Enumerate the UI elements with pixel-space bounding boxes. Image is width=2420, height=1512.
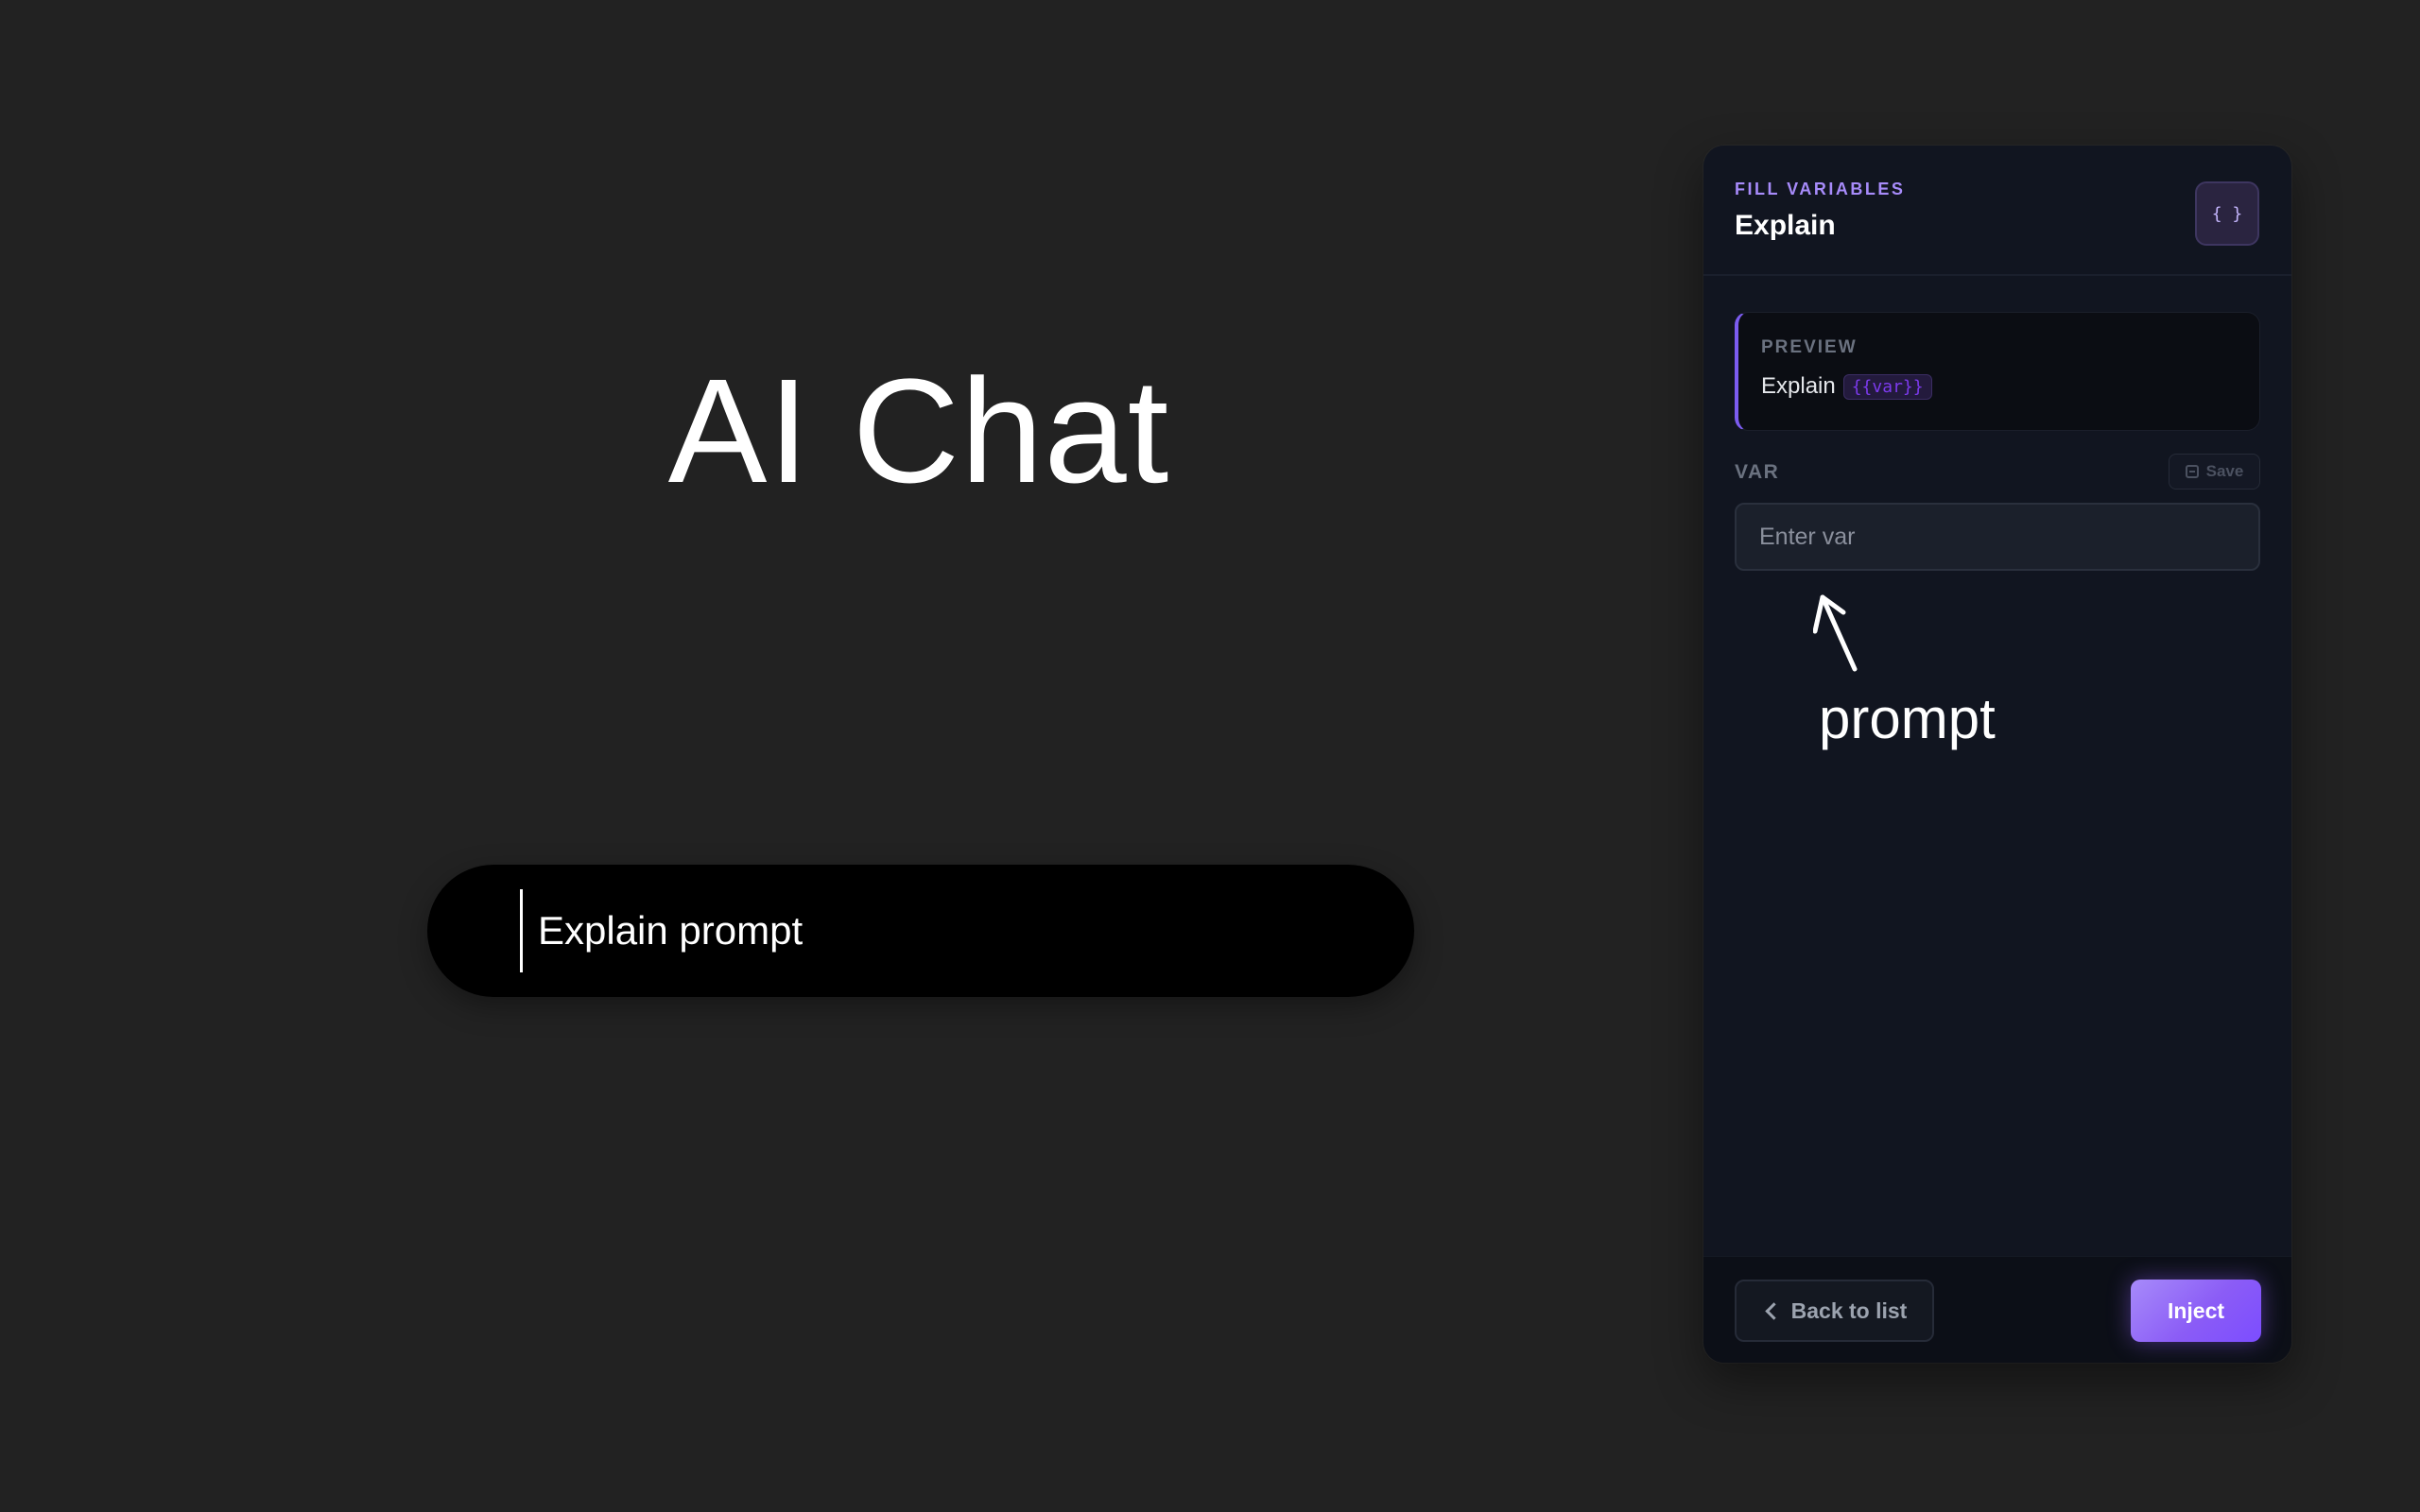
text-caret — [520, 889, 523, 972]
chat-title: AI Chat — [667, 349, 1170, 514]
panel-footer: Back to list Inject — [1703, 1256, 2291, 1363]
braces-icon[interactable]: { } — [2195, 181, 2259, 246]
preview-label: PREVIEW — [1761, 337, 1858, 357]
panel-kicker: FILL VARIABLES — [1735, 180, 1906, 198]
inject-button[interactable]: Inject — [2131, 1280, 2261, 1342]
arrow-up-icon — [1813, 594, 1858, 672]
fill-variables-panel: FILL VARIABLES Explain { } PREVIEW Expla… — [1703, 146, 2291, 1363]
annotation-text: prompt — [1819, 687, 1996, 750]
variable-chip: {{var}} — [1842, 373, 1932, 400]
chat-input[interactable]: Explain prompt — [427, 865, 1414, 997]
save-button[interactable]: Save — [2169, 454, 2260, 490]
preview-body: Explain {{var}} — [1761, 373, 1932, 400]
save-button-label: Save — [2205, 462, 2244, 480]
panel-header: FILL VARIABLES Explain { } — [1703, 146, 2291, 276]
preview-text: Explain — [1761, 373, 1836, 399]
back-button-label: Back to list — [1790, 1297, 1908, 1323]
variable-label: VAR — [1735, 461, 1780, 483]
chevron-left-icon — [1764, 1301, 1783, 1320]
chat-input-text: Explain prompt — [538, 908, 804, 953]
app-canvas: AI Chat Explain prompt FILL VARIABLES Ex… — [0, 0, 2420, 1512]
back-to-list-button[interactable]: Back to list — [1735, 1280, 1934, 1342]
preview-card: PREVIEW Explain {{var}} — [1735, 312, 2260, 431]
variable-input[interactable] — [1735, 503, 2260, 571]
panel-title: Explain — [1735, 210, 1836, 241]
save-icon — [2185, 465, 2199, 478]
